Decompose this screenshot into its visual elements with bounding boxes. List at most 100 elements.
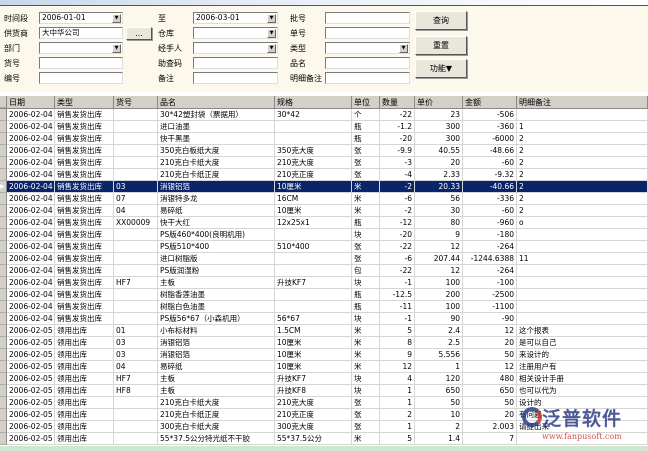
cell-qty: 2 [380, 409, 415, 421]
row-selector[interactable] [0, 301, 7, 313]
row-selector[interactable] [0, 109, 7, 121]
row-selector[interactable] [0, 121, 7, 133]
help-code-input[interactable] [193, 57, 278, 69]
chevron-down-icon[interactable]: ▼ [267, 14, 276, 23]
table-row[interactable]: 2006-02-04 销售发货出库 30*42塑封袋（票据用） 30*42 个 -22 23… [0, 109, 648, 121]
row-selector[interactable] [0, 385, 7, 397]
row-selector[interactable] [0, 373, 7, 385]
row-selector[interactable] [0, 397, 7, 409]
dept-select[interactable]: ▼ [39, 42, 123, 54]
date-from-select[interactable]: 2006-01-01 ▼ [39, 12, 123, 24]
row-selector[interactable] [0, 265, 7, 277]
supplier-input[interactable]: 大中华公司 [39, 27, 123, 39]
row-selector[interactable] [0, 421, 7, 433]
table-row[interactable]: ▶ 2006-02-04 销售发货出库 03 消银铝箔 10厘米米 -2 20.33 -40.6… [0, 181, 648, 193]
table-row[interactable]: 2006-02-04 销售发货出库 快干黑墨 瓶 -20 300 -6000 2 [0, 133, 648, 145]
date-to-select[interactable]: 2006-03-01 ▼ [193, 12, 278, 24]
chevron-down-icon[interactable]: ▼ [399, 44, 408, 53]
table-row[interactable]: 2006-02-04 销售发货出库 XX00009 快干大红 12x25x1 瓶 -12 80… [0, 217, 648, 229]
row-selector[interactable] [0, 229, 7, 241]
cell-qty: 5 [380, 325, 415, 337]
row-selector[interactable] [0, 133, 7, 145]
column-header-date[interactable]: 日期 [7, 96, 55, 108]
column-header-unit[interactable]: 单位 [352, 96, 380, 108]
row-selector[interactable] [0, 205, 7, 217]
chevron-down-icon[interactable]: ▼ [267, 29, 276, 38]
table-row[interactable]: 2006-02-04 销售发货出库 04 易碎纸 10厘米米 -2 30 -60 2 [0, 205, 648, 217]
table-row[interactable]: 2006-02-04 销售发货出库 PS版510*400 510*400 张 -22 12-… [0, 241, 648, 253]
row-selector[interactable] [0, 313, 7, 325]
table-row[interactable]: 2006-02-04 销售发货出库 PS版56*67（小森机用） 56*67 块 -1 90… [0, 313, 648, 325]
query-button[interactable]: 查询 [415, 11, 467, 30]
reset-button[interactable]: 重置 [415, 36, 467, 55]
column-header-type[interactable]: 类型 [55, 96, 114, 108]
row-selector[interactable] [0, 289, 7, 301]
column-header-item-no[interactable]: 货号 [114, 96, 158, 108]
table-row[interactable]: 2006-02-04 销售发货出库 HF7 主板 升技KF7 块 -1 100 -100 [0, 277, 648, 289]
row-selector[interactable] [0, 217, 7, 229]
row-selector[interactable] [0, 145, 7, 157]
column-header-detail-remark[interactable]: 明细备注 [517, 96, 648, 108]
row-selector[interactable] [0, 361, 7, 373]
cell-unit: 块 [352, 385, 380, 397]
table-header-row[interactable]: 日期 类型 货号 品名 规格 单位 数量 单价 金额 明细备注 [0, 96, 648, 109]
item-no-input[interactable] [39, 57, 123, 69]
table-row[interactable]: 2006-02-04 销售发货出库 PS版460*400(良明机用) 块 -20 9 -18… [0, 229, 648, 241]
table-row[interactable]: 2006-02-04 销售发货出库 07 消银特多龙 16CM 米 -6 56 -336 2 [0, 193, 648, 205]
current-row-pointer-icon[interactable]: ▶ [0, 181, 7, 193]
table-row[interactable]: 2006-02-04 销售发货出库 PS版润湿粉 包 -22 12 -264 [0, 265, 648, 277]
chevron-down-icon[interactable]: ▼ [112, 44, 121, 53]
table-row[interactable]: 2006-02-04 销售发货出库 树脂白色油墨 瓶 -11 100 -1100 [0, 301, 648, 313]
handler-select[interactable]: ▼ [193, 42, 278, 54]
warehouse-select[interactable]: ▼ [193, 27, 278, 39]
row-selector[interactable] [0, 349, 7, 361]
row-selector[interactable] [0, 337, 7, 349]
table-row[interactable]: 2006-02-04 销售发货出库 进口油墨 瓶 -1.2 300 -360 1 [0, 121, 648, 133]
cell-unit: 张 [352, 241, 380, 253]
cell-spec [275, 229, 352, 241]
table-row[interactable]: 2006-02-04 销售发货出库 350克白板纸大度 350克大度张 -9.9 40.5… [0, 145, 648, 157]
column-header-spec[interactable]: 规格 [275, 96, 352, 108]
table-row[interactable]: 2006-02-04 销售发货出库 210克白卡纸大度 210克大度张 -3 20 -60 2 [0, 157, 648, 169]
code-input[interactable] [39, 72, 123, 84]
remark-input[interactable] [193, 72, 278, 84]
table-row[interactable]: 2006-02-04 销售发货出库 树脂香莲油墨 瓶 -12.5 200 -2500 [0, 289, 648, 301]
chevron-down-icon[interactable]: ▼ [112, 14, 121, 23]
table-row[interactable]: 2006-02-05 领用出库 01 小布标材料 1.5CM 米 5 2.4 12 这个报表 [0, 325, 648, 337]
row-selector[interactable] [0, 157, 7, 169]
column-header-qty[interactable]: 数量 [380, 96, 415, 108]
row-selector[interactable] [0, 277, 7, 289]
column-header-price[interactable]: 单价 [415, 96, 463, 108]
type-select[interactable]: ▼ [325, 42, 410, 54]
cell-detail-remark: 2 [517, 193, 648, 205]
row-selector[interactable] [0, 253, 7, 265]
column-header-name[interactable]: 品名 [158, 96, 275, 108]
name-input[interactable] [325, 57, 410, 69]
row-selector[interactable] [0, 409, 7, 421]
cell-name: 210克白卡纸正度 [158, 169, 275, 181]
batch-input[interactable] [325, 12, 410, 24]
cell-detail-remark: 2 [517, 133, 648, 145]
table-row[interactable]: 2006-02-05 领用出库 03 消银铝箔 10厘米米 9 5.556 50 来设计的 [0, 349, 648, 361]
table-row[interactable]: 2006-02-05 领用出库 HF7 主板 升技KF7 块 4 120 480 相关设计手册 [0, 373, 648, 385]
row-selector[interactable] [0, 325, 7, 337]
supplier-browse-button[interactable]: ... [126, 27, 152, 40]
cell-date: 2006-02-05 [7, 373, 55, 385]
row-selector[interactable] [0, 241, 7, 253]
column-header-amount[interactable]: 金额 [463, 96, 517, 108]
function-menu-button[interactable]: 功能▼ [415, 59, 467, 78]
chevron-down-icon[interactable]: ▼ [267, 44, 276, 53]
table-row[interactable]: 2006-02-05 领用出库 04 易碎纸 10厘米米 12 1 12 注册用户有 [0, 361, 648, 373]
row-selector[interactable] [0, 169, 7, 181]
table-row[interactable]: 2006-02-05 领用出库 03 消银铝箔 10厘米米 8 2.5 20 是可以自己 [0, 337, 648, 349]
table-row[interactable]: 2006-02-05 领用出库 HF8 主板 升技KF8 块 1 650 650 也可以代为 [0, 385, 648, 397]
table-row[interactable]: 2006-02-04 销售发货出库 210克白卡纸正度 210克正度张 -4 2.33 -9… [0, 169, 648, 181]
table-row[interactable]: 2006-02-04 销售发货出库 进口树脂版 张 -6 207.44 -1244.6388… [0, 253, 648, 265]
results-table[interactable]: 日期 类型 货号 品名 规格 单位 数量 单价 金额 明细备注 2006-02-04 销售发货出库 30… [0, 95, 648, 446]
row-selector[interactable] [0, 193, 7, 205]
detail-remark-input[interactable] [325, 72, 410, 84]
cell-unit: 米 [352, 205, 380, 217]
order-input[interactable] [325, 27, 410, 39]
row-selector[interactable] [0, 96, 7, 108]
row-selector[interactable] [0, 433, 7, 445]
